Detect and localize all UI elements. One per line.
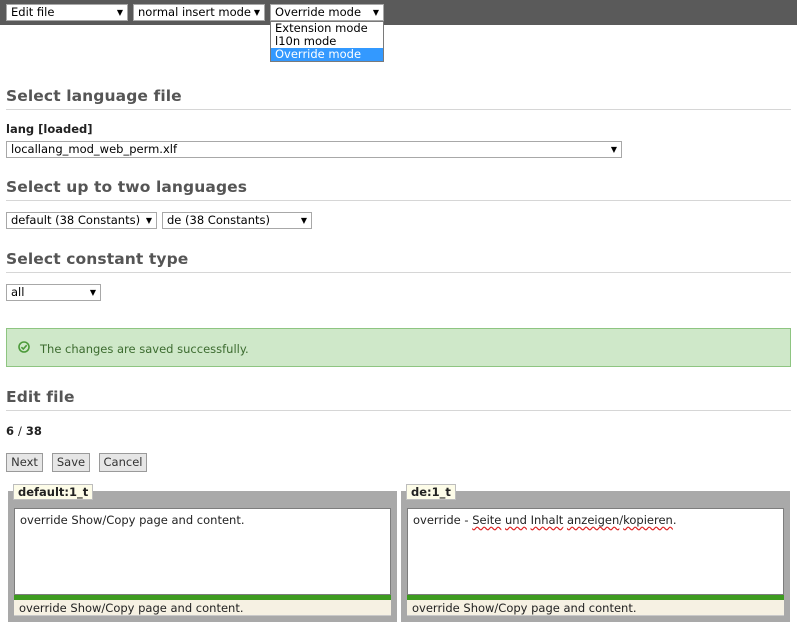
- chevron-down-icon: ▼: [372, 8, 379, 17]
- record-position: 6: [6, 424, 15, 438]
- divider: [6, 272, 791, 273]
- success-message: The changes are saved successfully.: [40, 342, 249, 356]
- function-select[interactable]: Edit file ▼: [6, 4, 128, 21]
- chevron-down-icon: ▼: [610, 145, 617, 154]
- second-language-select-value: de (38 Constants): [167, 213, 270, 227]
- mode-select-value: Override mode: [275, 5, 362, 19]
- mode-select[interactable]: Override mode ▼: [270, 4, 384, 21]
- select-language-file-heading: Select language file: [6, 87, 182, 105]
- chevron-down-icon: ▼: [116, 8, 123, 17]
- de-original-text: override Show/Copy page and content.: [407, 600, 784, 616]
- chevron-down-icon: ▼: [89, 288, 96, 297]
- divider: [6, 109, 791, 110]
- mode-dropdown-list: Extension mode l10n mode Override mode: [270, 21, 384, 62]
- top-toolbar: Edit file ▼ normal insert mode ▼ Overrid…: [0, 0, 797, 25]
- constant-type-select[interactable]: all ▼: [6, 284, 101, 301]
- save-button[interactable]: Save: [52, 453, 90, 472]
- de-panel-tab: de:1_t: [406, 484, 456, 500]
- default-panel-tab: default:1_t: [13, 484, 94, 500]
- default-value-textarea[interactable]: override Show/Copy page and content.: [14, 508, 391, 595]
- de-value-word: Seite: [472, 513, 502, 527]
- default-original-text: override Show/Copy page and content.: [14, 600, 391, 616]
- de-value-word: kopieren: [623, 513, 673, 527]
- check-circle-icon: [18, 341, 30, 353]
- de-value-textarea[interactable]: override - Seite und Inhalt anzeigen/kop…: [407, 508, 784, 595]
- language-file-select-value: locallang_mod_web_perm.xlf: [11, 142, 178, 156]
- first-language-select-value: default (38 Constants): [11, 213, 141, 227]
- mode-option-override[interactable]: Override mode: [271, 48, 383, 61]
- select-languages-heading: Select up to two languages: [6, 178, 248, 196]
- next-button[interactable]: Next: [6, 453, 43, 472]
- cancel-button[interactable]: Cancel: [99, 453, 147, 472]
- chevron-down-icon: ▼: [145, 216, 152, 225]
- function-select-value: Edit file: [11, 5, 55, 19]
- chevron-down-icon: ▼: [253, 8, 260, 17]
- first-language-select[interactable]: default (38 Constants) ▼: [6, 212, 157, 229]
- de-value-word: anzeigen: [566, 513, 620, 527]
- default-language-panel: default:1_t override Show/Copy page and …: [8, 484, 397, 622]
- insert-mode-select-value: normal insert mode: [138, 5, 252, 19]
- select-constant-type-heading: Select constant type: [6, 250, 189, 268]
- record-separator: /: [18, 424, 22, 438]
- de-language-panel: de:1_t override - Seite und Inhalt anzei…: [401, 484, 790, 622]
- de-value-word: Inhalt: [530, 513, 564, 527]
- de-value-sep: .: [672, 513, 677, 527]
- constant-type-select-value: all: [11, 285, 25, 299]
- chevron-down-icon: ▼: [300, 216, 307, 225]
- edit-file-heading: Edit file: [6, 388, 75, 406]
- de-value-prefix: override -: [413, 513, 473, 527]
- language-file-select[interactable]: locallang_mod_web_perm.xlf ▼: [6, 141, 622, 158]
- de-value-word: und: [505, 513, 527, 527]
- record-total: 38: [25, 424, 42, 438]
- record-counter: 6 / 38: [6, 424, 42, 438]
- success-alert: The changes are saved successfully.: [6, 328, 791, 367]
- divider: [6, 200, 791, 201]
- language-file-label: lang [loaded]: [6, 122, 93, 136]
- second-language-select[interactable]: de (38 Constants) ▼: [162, 212, 312, 229]
- divider: [6, 410, 791, 411]
- insert-mode-select[interactable]: normal insert mode ▼: [133, 4, 265, 21]
